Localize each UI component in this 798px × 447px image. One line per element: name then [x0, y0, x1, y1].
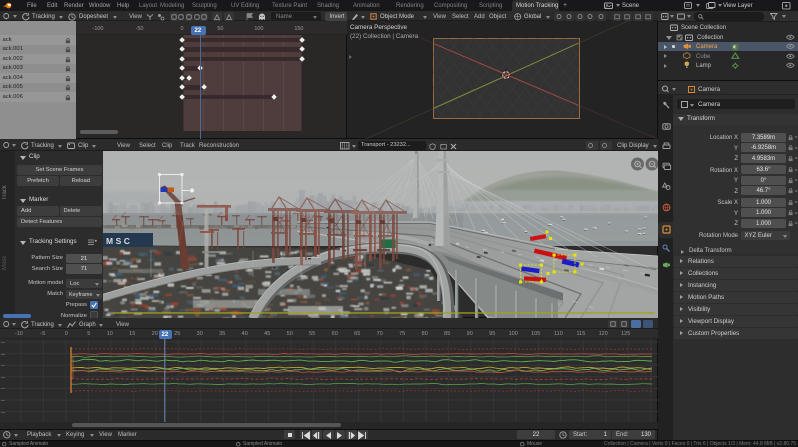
svg-text:MSC: MSC — [106, 236, 132, 246]
